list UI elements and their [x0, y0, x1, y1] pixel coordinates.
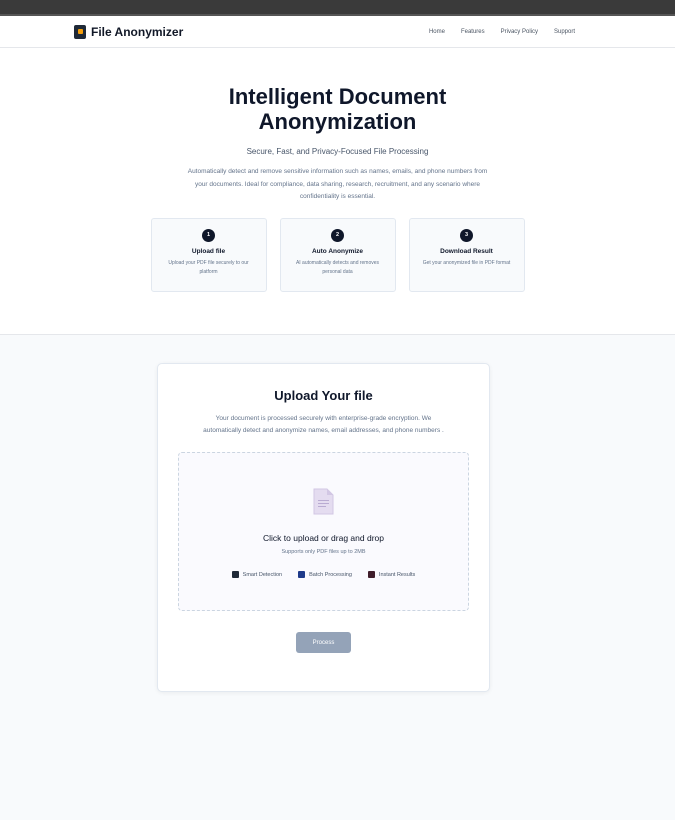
feature-label: Smart Detection — [242, 571, 283, 578]
feature-label: Batch Processing — [309, 571, 352, 578]
step-description: AI automatically detects and removes per… — [295, 259, 380, 275]
upload-title: Upload Your file — [274, 388, 373, 403]
main-nav: Home Features Privacy Policy Support — [429, 29, 575, 35]
nav-home[interactable]: Home — [429, 29, 445, 35]
feature-instant-results: Instant Results — [367, 571, 416, 578]
nav-privacy-policy[interactable]: Privacy Policy — [501, 29, 538, 35]
step-description: Get your anonymized file in PDF format — [422, 259, 511, 266]
step-title: Download Result — [440, 247, 493, 255]
step-card-download: 3 Download Result Get your anonymized fi… — [408, 217, 525, 292]
ai-icon — [231, 571, 239, 578]
feature-smart-detection: Smart Detection — [231, 571, 283, 578]
bolt-icon — [367, 571, 375, 578]
step-description: Upload your PDF file securely to our pla… — [168, 259, 249, 275]
hero-title: Intelligent Document Anonymization — [188, 84, 488, 134]
feature-label: Instant Results — [378, 571, 416, 578]
brand-name: File Anonymizer — [91, 24, 184, 39]
step-number: 1 — [202, 228, 215, 242]
step-title: Auto Anonymize — [311, 247, 364, 255]
upload-card: Upload Your file Your document is proces… — [157, 363, 490, 692]
step-number: 2 — [331, 228, 344, 242]
document-icon — [313, 488, 334, 515]
nav-features[interactable]: Features — [461, 29, 485, 35]
process-button[interactable]: Process — [296, 632, 351, 653]
dropzone-title: Click to upload or drag and drop — [263, 533, 384, 543]
step-card-anonymize: 2 Auto Anonymize AI automatically detect… — [279, 217, 396, 292]
step-title: Upload file — [191, 247, 226, 255]
feature-badges: Smart Detection Batch Processing Instant… — [179, 571, 468, 578]
hero-title-line1: Intelligent Document — [228, 84, 447, 109]
step-card-upload: 1 Upload file Upload your PDF file secur… — [150, 217, 267, 292]
step-number: 3 — [460, 228, 473, 242]
dropzone-subtitle: Supports only PDF files up to 2MB — [281, 549, 366, 555]
hero-section: Intelligent Document Anonymization Secur… — [0, 48, 675, 335]
hero-subtitle: Secure, Fast, and Privacy-Focused File P… — [246, 147, 429, 156]
brand[interactable]: File Anonymizer — [74, 24, 184, 39]
hero-description: Automatically detect and remove sensitiv… — [187, 168, 488, 200]
steps-row: 1 Upload file Upload your PDF file secur… — [0, 217, 675, 292]
site-header: File Anonymizer Home Features Privacy Po… — [0, 16, 675, 48]
batch-icon — [298, 571, 306, 578]
lock-icon — [74, 24, 86, 39]
feature-batch-processing: Batch Processing — [298, 571, 352, 578]
file-dropzone[interactable]: Click to upload or drag and drop Support… — [178, 452, 469, 611]
upload-section: Upload Your file Your document is proces… — [0, 335, 675, 820]
upload-description: Your document is processed securely with… — [203, 415, 444, 434]
nav-support[interactable]: Support — [554, 29, 575, 35]
browser-top-bar — [0, 0, 675, 16]
hero-title-line2: Anonymization — [258, 109, 417, 134]
